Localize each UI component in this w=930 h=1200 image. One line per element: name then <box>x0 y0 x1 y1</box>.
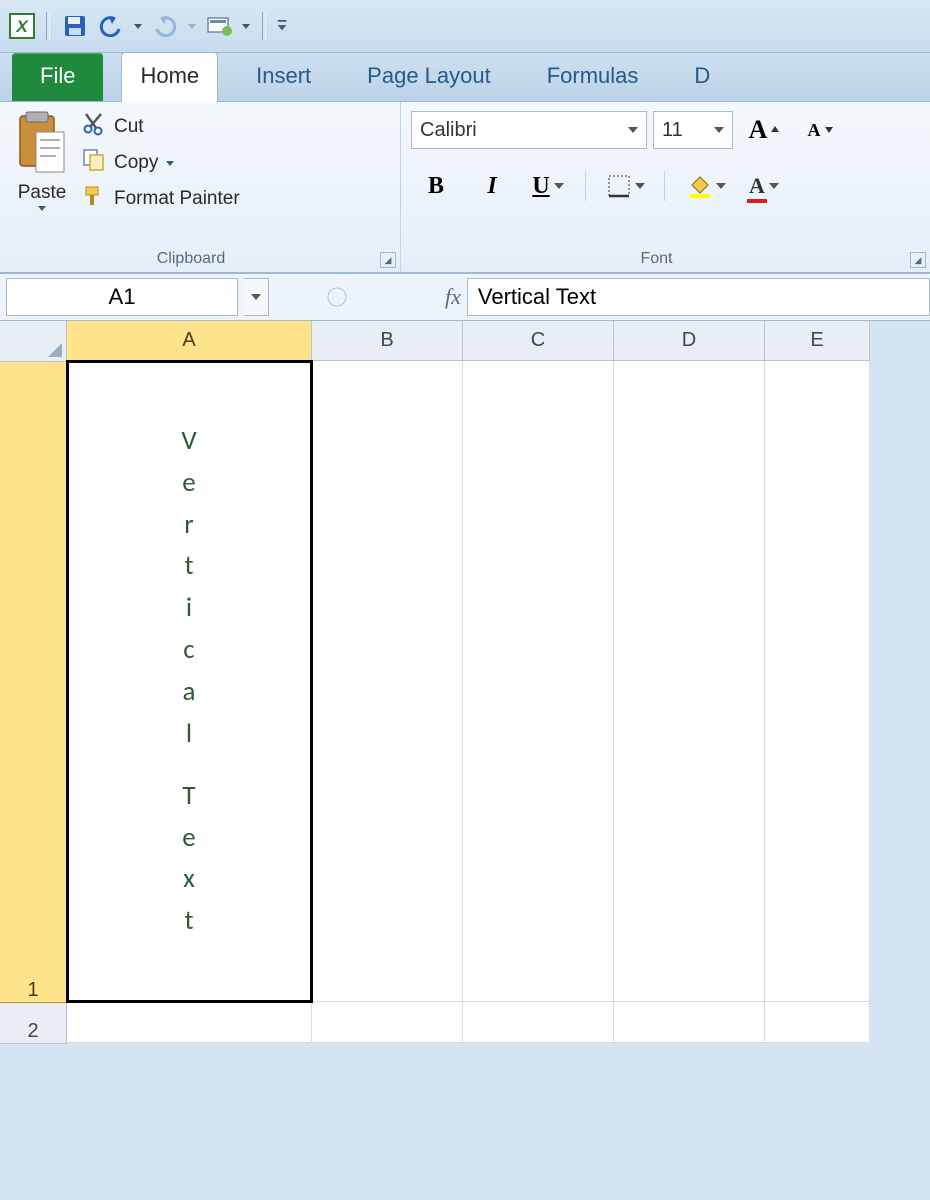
row-headers: 1 2 <box>0 321 67 1044</box>
cell-B1[interactable] <box>312 361 463 1002</box>
font-name-dropdown[interactable]: Calibri <box>411 111 647 149</box>
cut-button[interactable]: Cut <box>82 112 240 142</box>
col-header-C[interactable]: C <box>463 321 614 361</box>
redo-dropdown[interactable] <box>186 11 198 41</box>
col-header-D[interactable]: D <box>614 321 765 361</box>
tab-file[interactable]: File <box>12 53 103 101</box>
bold-button[interactable]: B <box>411 167 461 205</box>
col-header-E[interactable]: E <box>765 321 870 361</box>
formula-bar: A1 fx Vertical Text <box>0 274 930 321</box>
group-title-clipboard: Clipboard <box>0 250 382 268</box>
grow-font-icon: A <box>749 115 768 145</box>
cell-A2[interactable] <box>67 1002 312 1043</box>
chevron-down-icon <box>635 183 645 189</box>
copy-button[interactable]: Copy <box>82 148 240 178</box>
excel-logo-icon: X <box>8 12 36 40</box>
shrink-font-icon: A <box>808 120 821 141</box>
font-name-value: Calibri <box>420 119 477 142</box>
separator <box>46 12 50 40</box>
fill-color-button[interactable] <box>679 167 733 205</box>
chevron-down-icon <box>716 183 726 189</box>
copy-dropdown-icon <box>166 161 174 166</box>
name-box-dropdown[interactable] <box>244 278 269 316</box>
cell-B2[interactable] <box>312 1002 463 1043</box>
copy-label: Copy <box>114 152 158 174</box>
cell-C1[interactable] <box>463 361 614 1002</box>
undo-dropdown[interactable] <box>132 11 144 41</box>
tab-formulas[interactable]: Formulas <box>529 53 657 101</box>
font-color-icon: A <box>749 173 765 199</box>
col-header-B[interactable]: B <box>312 321 463 361</box>
redo-button[interactable] <box>150 11 180 41</box>
cell-E1[interactable] <box>765 361 870 1002</box>
select-all-corner[interactable] <box>0 321 67 362</box>
qat-customize-button[interactable] <box>204 11 234 41</box>
tab-data[interactable]: D <box>676 53 728 101</box>
formula-input[interactable]: Vertical Text <box>467 278 930 316</box>
chevron-down-icon <box>769 183 779 189</box>
separator <box>664 171 667 201</box>
tab-page-layout[interactable]: Page Layout <box>349 53 509 101</box>
format-painter-label: Format Painter <box>114 188 240 210</box>
name-box-value: A1 <box>109 284 136 310</box>
undo-button[interactable] <box>96 11 126 41</box>
col-header-A[interactable]: A <box>67 321 312 361</box>
clipboard-dialog-launcher[interactable]: ◢ <box>380 252 396 268</box>
cell-D1[interactable] <box>614 361 765 1002</box>
group-title-font: Font <box>401 250 912 268</box>
font-size-dropdown[interactable]: 11 <box>653 111 733 149</box>
copy-icon <box>82 148 106 178</box>
formula-value: Vertical Text <box>478 284 596 310</box>
qat-customize-dropdown[interactable] <box>240 11 252 41</box>
save-button[interactable] <box>60 11 90 41</box>
cell-E2[interactable] <box>765 1002 870 1043</box>
chevron-down-icon <box>714 127 724 133</box>
borders-button[interactable] <box>600 167 652 205</box>
underline-button[interactable]: U <box>523 167 573 205</box>
spreadsheet-grid: 1 2 A B C D E VerticalText <box>0 321 930 1044</box>
name-box[interactable]: A1 <box>6 278 238 316</box>
tab-insert[interactable]: Insert <box>238 53 329 101</box>
insert-function-button[interactable]: fx <box>445 284 461 310</box>
tab-home[interactable]: Home <box>121 52 218 102</box>
separator <box>585 171 588 201</box>
group-clipboard: Paste Cut Copy <box>0 102 400 272</box>
chevron-down-icon <box>628 127 638 133</box>
scissors-icon <box>82 112 106 142</box>
group-font: Calibri 11 A A B I <box>400 102 930 272</box>
cell-A1[interactable]: VerticalText <box>67 361 312 1002</box>
ribbon-tabs: File Home Insert Page Layout Formulas D <box>0 53 930 102</box>
font-size-value: 11 <box>662 119 683 142</box>
chevron-down-icon <box>554 183 564 189</box>
cell-D2[interactable] <box>614 1002 765 1043</box>
quick-access-toolbar: X <box>0 0 930 53</box>
grow-font-button[interactable]: A <box>739 111 789 149</box>
svg-text:X: X <box>15 17 29 36</box>
shrink-font-button[interactable]: A <box>795 111 845 149</box>
row-header-2[interactable]: 2 <box>0 1003 67 1044</box>
separator <box>262 12 266 40</box>
italic-button[interactable]: I <box>467 167 517 205</box>
paste-label: Paste <box>18 182 67 204</box>
row-header-1[interactable]: 1 <box>0 362 67 1003</box>
ribbon-panel: Paste Cut Copy <box>0 102 930 274</box>
cell-A1-content: VerticalText <box>181 420 196 942</box>
font-dialog-launcher[interactable]: ◢ <box>910 252 926 268</box>
column-headers: A B C D E <box>67 321 870 361</box>
paint-bucket-icon <box>686 173 712 199</box>
cut-label: Cut <box>114 116 144 138</box>
paintbrush-icon <box>82 184 106 214</box>
borders-icon <box>607 174 631 198</box>
format-painter-button[interactable]: Format Painter <box>82 184 240 214</box>
qat-more-commands[interactable] <box>276 11 288 41</box>
cancel-formula-button[interactable] <box>319 279 355 315</box>
cell-C2[interactable] <box>463 1002 614 1043</box>
font-color-button[interactable]: A <box>739 167 789 205</box>
paste-button[interactable]: Paste <box>10 108 74 238</box>
